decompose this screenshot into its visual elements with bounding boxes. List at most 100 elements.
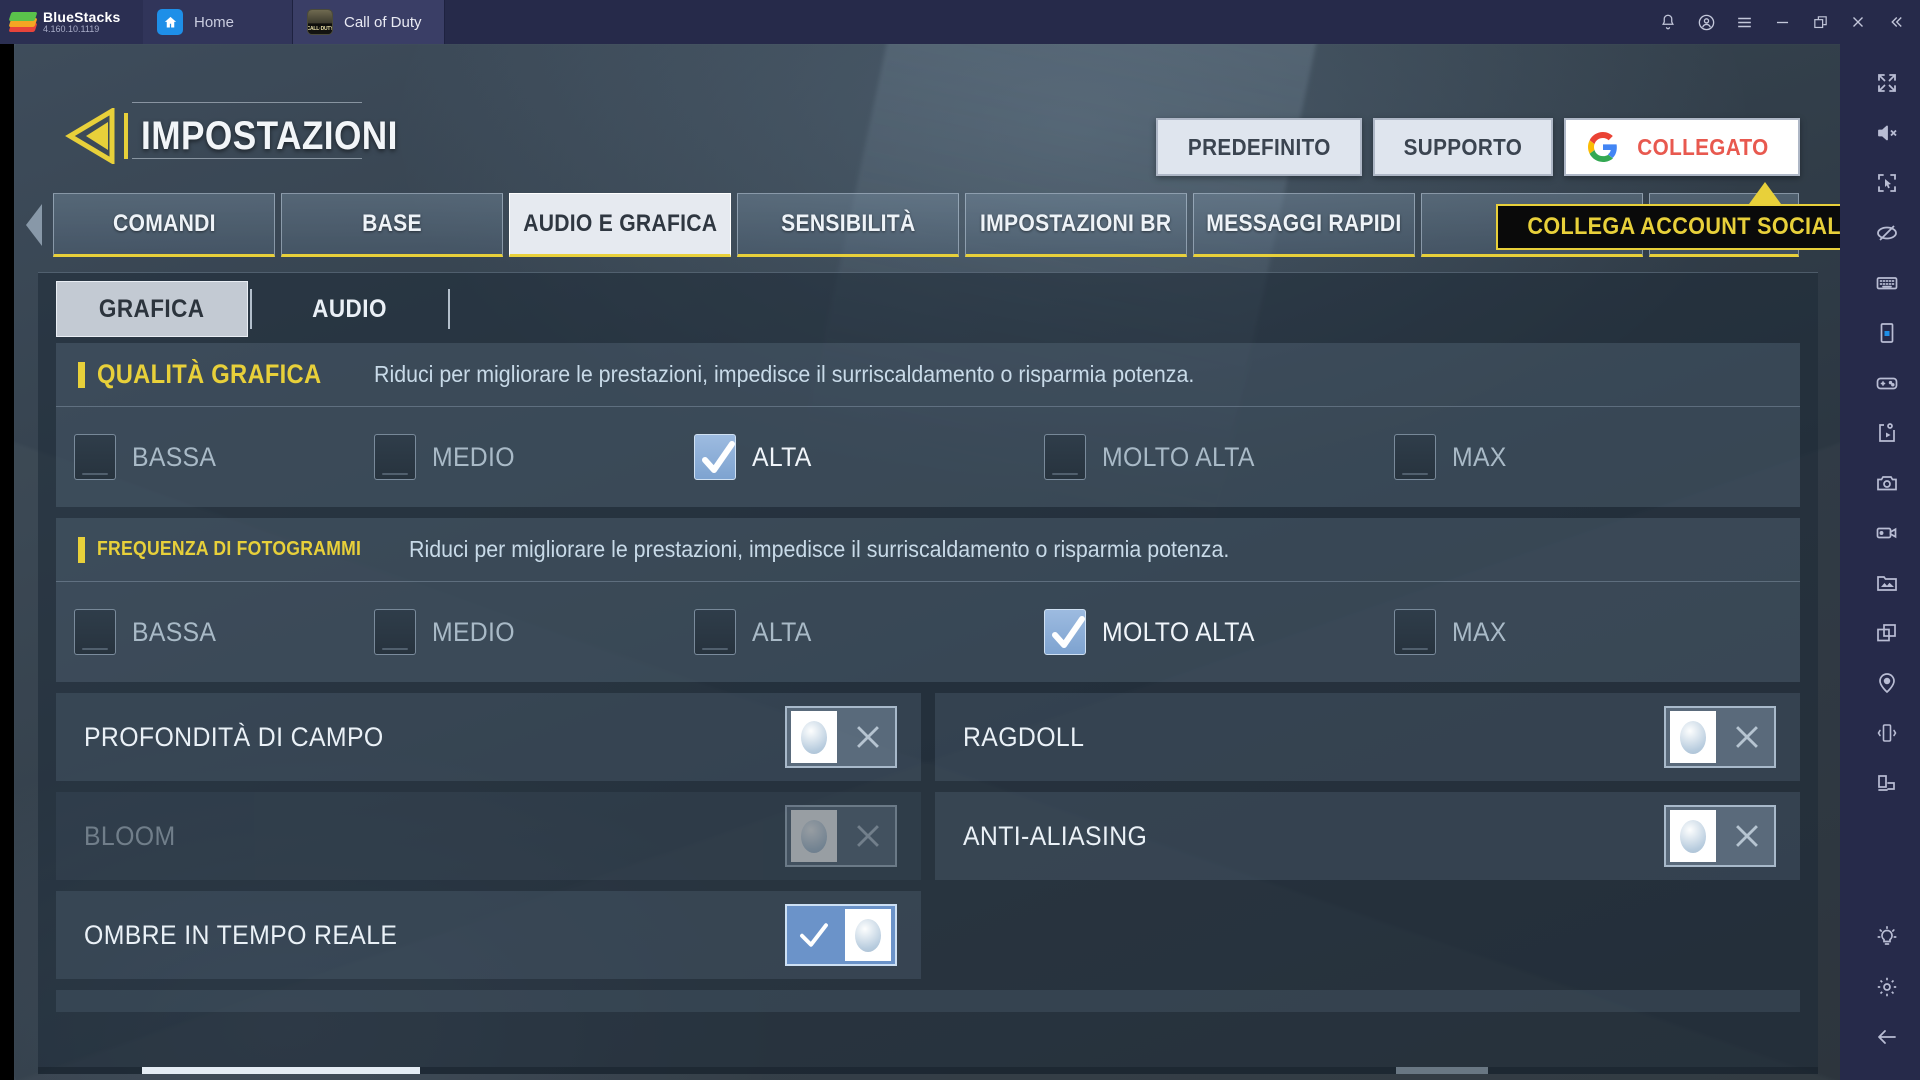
multi-instance-icon[interactable] xyxy=(1863,608,1911,658)
cod-badge-label: CALL·DUTY xyxy=(307,25,333,32)
tab-sensibilita[interactable]: SENSIBILITÀ xyxy=(737,193,959,257)
option-medio[interactable]: MEDIO xyxy=(374,609,694,655)
section-qualita-grafica: QUALITÀ GRAFICA Riduci per migliorare le… xyxy=(56,343,1800,507)
toggle-row-anti-aliasing: ANTI-ALIASING xyxy=(935,792,1800,880)
account-icon[interactable] xyxy=(1688,0,1724,44)
toggle-switch[interactable] xyxy=(785,805,897,867)
eye-off-icon[interactable] xyxy=(1863,208,1911,258)
bluestacks-logo-icon xyxy=(8,9,38,35)
toggle-switch[interactable] xyxy=(785,904,897,966)
header-buttons: PREDEFINITO SUPPORTO COLLEGATO xyxy=(1155,118,1800,176)
checkbox[interactable] xyxy=(1394,434,1436,480)
checkbox[interactable] xyxy=(1394,609,1436,655)
google-icon xyxy=(1588,132,1617,162)
bluestacks-brand: BlueStacks 4.160.10.1119 xyxy=(0,0,143,44)
checkbox[interactable] xyxy=(1044,434,1086,480)
checkbox[interactable] xyxy=(694,609,736,655)
gamepad-icon[interactable] xyxy=(1863,358,1911,408)
tab-impostazioni-br[interactable]: IMPOSTAZIONI BR xyxy=(965,193,1187,257)
toggle-off-x-icon xyxy=(1736,726,1758,748)
shake-icon[interactable] xyxy=(1863,708,1911,758)
screenshot-icon[interactable] xyxy=(1863,458,1911,508)
game-header: IMPOSTAZIONI PREDEFINITO SUPPORTO COLLEG… xyxy=(14,44,1840,176)
toggle-label: PROFONDITÀ DI CAMPO xyxy=(84,721,384,752)
toggle-label: OMBRE IN TEMPO REALE xyxy=(84,919,398,950)
toggle-grid: PROFONDITÀ DI CAMPO RAGDOLL BLOOM ANTI-A… xyxy=(56,693,1800,979)
toggle-row-bloom: BLOOM xyxy=(56,792,921,880)
back-icon[interactable] xyxy=(1863,1012,1911,1062)
back-arrow-icon xyxy=(62,108,124,164)
subtab-grafica[interactable]: GRAFICA xyxy=(56,281,248,337)
option-label: ALTA xyxy=(752,441,812,472)
settings-panel: GRAFICA AUDIO QUALITÀ GRAFICA Riduci per… xyxy=(38,272,1818,1074)
tab-call-of-duty[interactable]: CALL·DUTY Call of Duty xyxy=(293,0,445,44)
back-button[interactable]: IMPOSTAZIONI xyxy=(62,108,433,164)
toggle-knob-icon xyxy=(791,711,837,763)
toggle-switch[interactable] xyxy=(1664,805,1776,867)
section-title: FREQUENZA DI FOTOGRAMMI xyxy=(97,538,362,560)
tab-audio-e-grafica[interactable]: AUDIO E GRAFICA xyxy=(509,193,731,257)
option-max[interactable]: MAX xyxy=(1394,434,1511,480)
brand-name: BlueStacks xyxy=(43,9,121,26)
horizontal-scrollbar[interactable] xyxy=(38,1067,1818,1074)
record-video-icon[interactable] xyxy=(1863,508,1911,558)
toggle-switch[interactable] xyxy=(785,706,897,768)
checkbox[interactable] xyxy=(694,434,736,480)
fullscreen-icon[interactable] xyxy=(1863,58,1911,108)
media-manager-icon[interactable] xyxy=(1863,558,1911,608)
mute-icon[interactable] xyxy=(1863,108,1911,158)
window-left-edge xyxy=(0,44,14,1080)
location-icon[interactable] xyxy=(1863,658,1911,708)
lightbulb-icon[interactable] xyxy=(1863,912,1911,962)
checkbox[interactable] xyxy=(1044,609,1086,655)
close-icon[interactable] xyxy=(1840,0,1876,44)
prev-arrow-icon[interactable] xyxy=(14,202,53,248)
collapse-sidebar-icon[interactable] xyxy=(1878,0,1914,44)
option-molto-alta[interactable]: MOLTO ALTA xyxy=(1044,609,1394,655)
default-button-label: PREDEFINITO xyxy=(1187,133,1331,160)
menu-icon[interactable] xyxy=(1726,0,1762,44)
minimize-icon[interactable] xyxy=(1764,0,1800,44)
option-bassa[interactable]: BASSA xyxy=(74,609,374,655)
macro-recorder-icon[interactable] xyxy=(1863,408,1911,458)
tab-messaggi-rapidi-label: MESSAGGI RAPIDI xyxy=(1206,210,1402,237)
social-account-tooltip: COLLEGA ACCOUNT SOCIAL xyxy=(1496,204,1840,250)
resize-window-icon[interactable] xyxy=(1863,758,1911,808)
default-button[interactable]: PREDEFINITO xyxy=(1155,118,1363,176)
settings-content: QUALITÀ GRAFICA Riduci per migliorare le… xyxy=(56,343,1800,1074)
toggle-switch[interactable] xyxy=(1664,706,1776,768)
subtab-audio[interactable]: AUDIO xyxy=(254,281,446,337)
option-label: MAX xyxy=(1452,616,1507,647)
tab-messaggi-rapidi[interactable]: MESSAGGI RAPIDI xyxy=(1193,193,1415,257)
subtab-divider xyxy=(448,289,450,329)
settings-gear-icon[interactable] xyxy=(1863,962,1911,1012)
tab-call-of-duty-label: Call of Duty xyxy=(344,13,422,31)
option-medio[interactable]: MEDIO xyxy=(374,434,694,480)
option-alta[interactable]: ALTA xyxy=(694,609,1044,655)
support-button[interactable]: SUPPORTO xyxy=(1373,118,1554,176)
checkbox[interactable] xyxy=(74,434,116,480)
google-linked-button[interactable]: COLLEGATO xyxy=(1564,118,1800,176)
cursor-capture-icon[interactable] xyxy=(1863,158,1911,208)
option-bassa[interactable]: BASSA xyxy=(74,434,374,480)
toggle-off-x-icon xyxy=(1736,825,1758,847)
checkbox[interactable] xyxy=(374,609,416,655)
option-alta[interactable]: ALTA xyxy=(694,434,1044,480)
toggle-knob-icon xyxy=(1670,711,1716,763)
checkbox[interactable] xyxy=(74,609,116,655)
tab-home[interactable]: Home xyxy=(143,0,293,44)
option-max[interactable]: MAX xyxy=(1394,609,1511,655)
keyboard-controls-icon[interactable] xyxy=(1863,258,1911,308)
toggle-knob-icon xyxy=(791,810,837,862)
option-label: MAX xyxy=(1452,441,1507,472)
tab-base[interactable]: BASE xyxy=(281,193,503,257)
restore-icon[interactable] xyxy=(1802,0,1838,44)
option-label: MEDIO xyxy=(432,616,515,647)
notifications-bell-icon[interactable] xyxy=(1650,0,1686,44)
rotate-screen-icon[interactable] xyxy=(1863,308,1911,358)
checkbox[interactable] xyxy=(374,434,416,480)
option-molto-alta[interactable]: MOLTO ALTA xyxy=(1044,434,1394,480)
toggle-row-ragdoll: RAGDOLL xyxy=(935,693,1800,781)
tab-audio-e-grafica-label: AUDIO E GRAFICA xyxy=(522,210,718,237)
tab-comandi[interactable]: COMANDI xyxy=(53,193,275,257)
